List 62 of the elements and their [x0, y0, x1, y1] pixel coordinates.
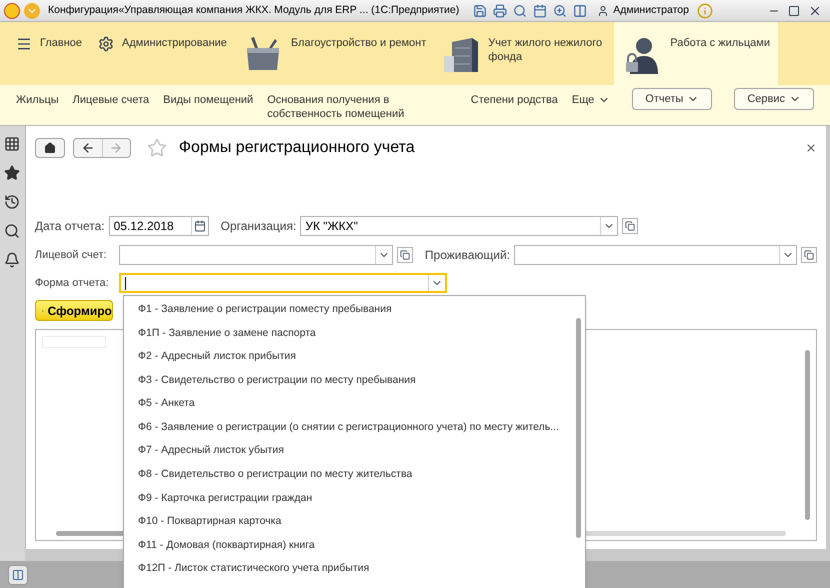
section-tab[interactable]: Главное [8, 22, 90, 85]
section-tab[interactable]: Благоустройство и ремонт [234, 22, 434, 85]
apps-grid-icon[interactable] [4, 136, 20, 152]
menu-icon [16, 36, 32, 52]
dropdown-item[interactable]: Ф1 - Заявление о регистрации поместу пребывания [124, 298, 585, 322]
nav-link[interactable]: Виды помещений [163, 93, 254, 107]
dropdown-item[interactable]: Ф2 - Адресный листок прибытия [124, 345, 585, 369]
date-field[interactable]: 05.12.2018 [108, 216, 209, 236]
vertical-scrollbar[interactable] [805, 350, 810, 520]
calendar-icon[interactable] [190, 217, 208, 235]
home-icon [44, 142, 56, 154]
favorites-icon[interactable] [4, 165, 20, 181]
dropdown-item[interactable]: Ф3 - Свидетельство о регистрации по месту пребывания [124, 368, 585, 392]
building-icon [442, 36, 480, 74]
nav-link[interactable]: Основания получения в собственность помещений [267, 93, 457, 121]
field-label: Форма отчета: [34, 276, 110, 291]
user-icon [597, 4, 610, 16]
dropdown-item[interactable]: Ф5 - Анкета [124, 392, 585, 416]
dropdown-item[interactable]: Ф8 - Свидетельство о регистрации по месту жительства [124, 463, 585, 487]
dropdown-item[interactable]: Ф10 - Поквартирная карточка [124, 510, 585, 534]
search-icon[interactable] [4, 223, 20, 239]
section-tab[interactable]: Администрирование [90, 22, 235, 85]
nav-link[interactable]: Лицевые счета [72, 93, 150, 107]
nav-link[interactable]: Степени родства [470, 93, 558, 107]
menu-button[interactable]: Отчеты [632, 88, 712, 110]
account-field[interactable] [118, 245, 393, 265]
more-link[interactable]: Еще [572, 93, 610, 107]
bell-icon[interactable] [4, 252, 20, 268]
close-icon[interactable] [805, 142, 817, 154]
dropdown-item[interactable]: Ф11 - Домовая (поквартирная) книга [124, 534, 585, 558]
favorite-star-icon[interactable] [146, 138, 167, 158]
maximize-icon[interactable] [788, 4, 800, 16]
dropdown-item[interactable]: Ф7 - Адресный листок убытия [124, 440, 585, 464]
app-logo-icon [4, 2, 20, 18]
nav-link[interactable]: Жильцы [16, 93, 59, 107]
window-title: Конфигурация«Управляющая компания ЖКХ. Модуль для ERP ... (1С:Предприятие) [48, 2, 460, 18]
field-label: Дата отчета: [34, 218, 105, 235]
open-icon[interactable] [396, 247, 413, 263]
connection-icon[interactable] [8, 564, 28, 584]
settings-icon [98, 36, 114, 52]
print-icon[interactable] [491, 2, 510, 20]
form-title: Формы регистрационного учета [178, 138, 415, 158]
dropdown-item[interactable]: Ф9 - Карточка регистрации граждан [124, 486, 585, 510]
user-name[interactable]: Администратор [613, 2, 689, 18]
field-label: Лицевой счет: [34, 248, 108, 263]
history-icon[interactable] [4, 194, 20, 210]
open-icon[interactable] [801, 247, 817, 263]
organization-field[interactable]: УК "ЖКХ" [300, 216, 618, 236]
report-form-field[interactable] [118, 273, 447, 293]
section-tab[interactable]: Учет жилого нежилого фонда [434, 22, 614, 85]
section-tab[interactable]: Работа с жильцами [614, 22, 778, 85]
dropdown-item[interactable]: Ф6 - Заявление о регистрации (о снятии с регистрационного учета) по месту житель... [124, 416, 585, 440]
dropdown-item[interactable]: Ф12П - Листок статистического учета прибытия [124, 558, 585, 582]
field-label: Организация: [220, 218, 296, 235]
open-icon[interactable] [622, 218, 638, 234]
menu-button[interactable]: Сервис [734, 88, 814, 110]
generate-button[interactable]: Сформиро [34, 300, 113, 321]
resident-field[interactable] [514, 245, 797, 265]
vertical-scrollbar[interactable] [576, 318, 581, 538]
home-button[interactable] [34, 138, 65, 158]
dropdown-item[interactable]: Ф1П - Заявление о замене паспорта [124, 322, 585, 346]
field-label: Проживающий: [424, 247, 510, 264]
